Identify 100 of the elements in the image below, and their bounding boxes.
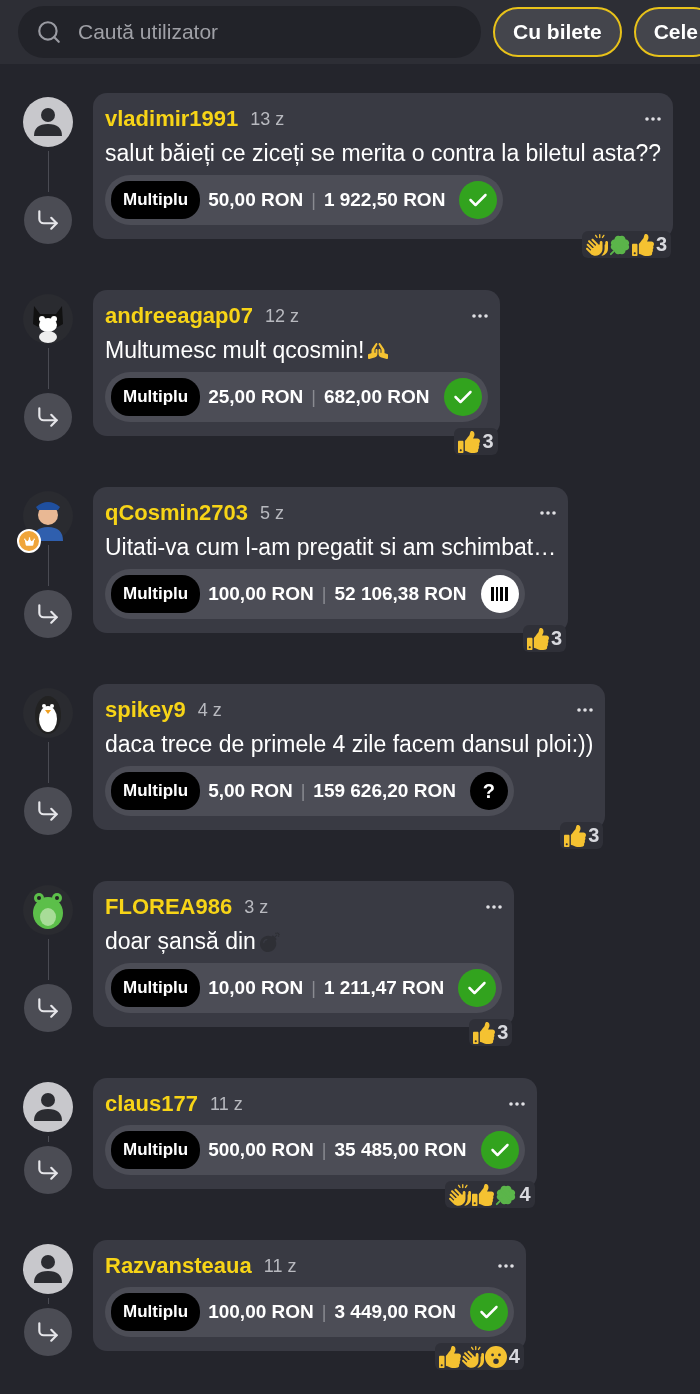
- more-icon: [497, 1264, 514, 1268]
- reaction-count: 3: [482, 430, 494, 453]
- comment-text: salut băieți ce ziceți se merita o contra la biletul asta??: [105, 140, 662, 167]
- stake-amount: 100,00 RON: [208, 583, 314, 605]
- separator: |: [300, 780, 306, 802]
- payout-amount: 159 626,20 RON: [313, 780, 456, 802]
- more-options-button[interactable]: [540, 511, 557, 515]
- stake-amount: 5,00 RON: [208, 780, 293, 802]
- more-icon: [577, 708, 594, 712]
- reaction-count: 3: [497, 1021, 509, 1044]
- separator: |: [311, 189, 316, 211]
- reply-arrow-icon: [35, 404, 61, 430]
- comment-text: doar șansă din: [105, 928, 256, 955]
- ticket-summary[interactable]: Multiplu 100,00 RON | 3 449,00 RON: [105, 1287, 514, 1337]
- reply-arrow-icon: [35, 1319, 61, 1345]
- reply-button[interactable]: [24, 393, 72, 441]
- reactions-bar[interactable]: 3: [560, 822, 604, 849]
- reaction-count: 4: [508, 1345, 520, 1368]
- stake-amount: 100,00 RON: [208, 1301, 314, 1323]
- comment-time: 11 z: [263, 1255, 298, 1277]
- comment-time: 12 z: [264, 305, 300, 327]
- more-options-button[interactable]: [486, 905, 503, 909]
- ticket-type: Multiplu: [111, 969, 201, 1007]
- username[interactable]: claus177: [105, 1091, 198, 1117]
- payout-amount: 682,00 RON: [323, 386, 430, 408]
- filter-chip[interactable]: Cu bilete: [493, 7, 622, 57]
- comment-text: Multumesc mult qcosmin!: [105, 337, 365, 364]
- payout-amount: 35 485,00 RON: [334, 1139, 467, 1161]
- payout-amount: 52 106,38 RON: [334, 583, 467, 605]
- reactions-bar[interactable]: 3: [582, 231, 672, 258]
- reply-button[interactable]: [24, 787, 72, 835]
- ticket-summary[interactable]: Multiplu 5,00 RON | 159 626,20 RON ?: [105, 766, 514, 816]
- ticket-type: Multiplu: [111, 772, 201, 810]
- more-icon: [486, 905, 503, 909]
- ticket-summary[interactable]: Multiplu 100,00 RON | 52 106,38 RON: [105, 569, 525, 619]
- more-icon: [645, 117, 662, 121]
- reactions-bar[interactable]: 3: [469, 1019, 513, 1046]
- ticket-summary[interactable]: Multiplu 500,00 RON | 35 485,00 RON: [105, 1125, 525, 1175]
- reactions-bar[interactable]: 4: [434, 1343, 524, 1370]
- stake-amount: 50,00 RON: [208, 189, 304, 211]
- stake-amount: 25,00 RON: [208, 386, 304, 408]
- payout-amount: 3 449,00 RON: [334, 1301, 456, 1323]
- search-input[interactable]: Caută utilizator: [76, 19, 463, 45]
- comment-text: daca trece de primele 4 zile facem dansul ploi:)): [105, 731, 594, 758]
- username[interactable]: FLOREA986: [105, 894, 233, 920]
- username[interactable]: andreeagap07: [105, 303, 253, 329]
- reply-arrow-icon: [35, 798, 61, 824]
- more-options-button[interactable]: [508, 1102, 525, 1106]
- separator: |: [321, 1139, 327, 1161]
- reply-button[interactable]: [24, 590, 72, 638]
- comment-time: 11 z: [209, 1093, 244, 1115]
- filter-chip[interactable]: Cele: [633, 7, 700, 57]
- reactions-bar[interactable]: 3: [523, 625, 567, 652]
- ticket-summary[interactable]: Multiplu 25,00 RON | 682,00 RON: [105, 372, 488, 422]
- more-icon: [540, 511, 557, 515]
- more-options-button[interactable]: [645, 117, 662, 121]
- more-icon: [471, 314, 488, 318]
- comment-time: 3 z: [244, 896, 270, 918]
- reactions-bar[interactable]: 3: [454, 428, 498, 455]
- more-icon: [508, 1102, 525, 1106]
- unknown-status-mark: ?: [469, 772, 508, 810]
- payout-amount: 1 922,50 RON: [323, 189, 446, 211]
- more-options-button[interactable]: [471, 314, 488, 318]
- comment-text: Uitati-va cum l-am pregatit si am schimbat…: [105, 534, 557, 561]
- search-field[interactable]: Caută utilizator: [18, 6, 481, 58]
- reply-button[interactable]: [24, 984, 72, 1032]
- reply-arrow-icon: [35, 207, 61, 233]
- reaction-count: 3: [588, 824, 600, 847]
- comment-time: 13 z: [250, 108, 286, 130]
- stake-amount: 500,00 RON: [208, 1139, 314, 1161]
- search-icon: [36, 19, 62, 45]
- reaction-count: 4: [519, 1183, 531, 1206]
- ticket-summary[interactable]: Multiplu 10,00 RON | 1 211,47 RON: [105, 963, 503, 1013]
- username[interactable]: Razvansteaua: [105, 1253, 252, 1279]
- comment-time: 4 z: [197, 699, 223, 721]
- stake-amount: 10,00 RON: [208, 977, 304, 999]
- ticket-type: Multiplu: [111, 1131, 201, 1169]
- reply-button[interactable]: [24, 1146, 72, 1194]
- reply-arrow-icon: [35, 601, 61, 627]
- comment-time: 5 z: [260, 502, 286, 524]
- reply-arrow-icon: [35, 1157, 61, 1183]
- ticket-type: Multiplu: [111, 181, 201, 219]
- reaction-count: 3: [656, 233, 668, 256]
- ticket-type: Multiplu: [111, 575, 201, 613]
- username[interactable]: spikey9: [105, 697, 186, 723]
- payout-amount: 1 211,47 RON: [323, 977, 445, 999]
- username[interactable]: qCosmin2703: [105, 500, 249, 526]
- username[interactable]: vladimir1991: [105, 106, 239, 132]
- more-options-button[interactable]: [497, 1264, 514, 1268]
- ticket-summary[interactable]: Multiplu 50,00 RON | 1 922,50 RON: [105, 175, 504, 225]
- separator: |: [321, 583, 327, 605]
- reaction-count: 3: [551, 627, 563, 650]
- ticket-type: Multiplu: [111, 1293, 201, 1331]
- reply-button[interactable]: [24, 1308, 72, 1356]
- reply-button[interactable]: [24, 196, 72, 244]
- separator: |: [311, 977, 316, 999]
- reactions-bar[interactable]: 4: [445, 1181, 535, 1208]
- separator: |: [311, 386, 316, 408]
- more-options-button[interactable]: [577, 708, 594, 712]
- separator: |: [321, 1301, 327, 1323]
